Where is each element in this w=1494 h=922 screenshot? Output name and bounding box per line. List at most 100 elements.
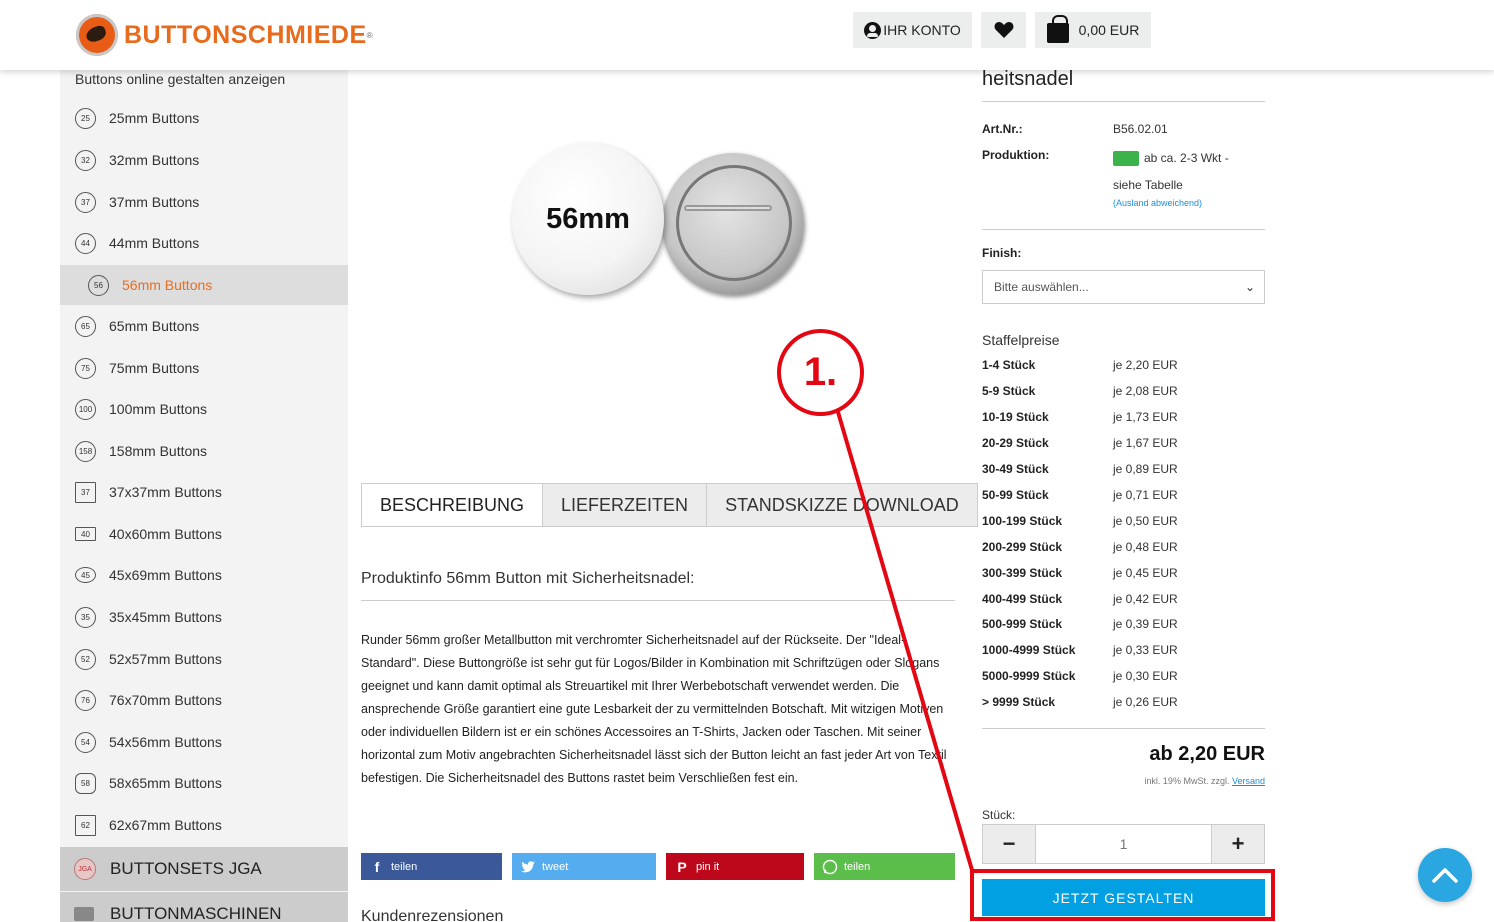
sidebar-item-54x56mm[interactable]: 54 54x56mm Buttons [60, 722, 348, 762]
shipping-link[interactable]: Versand [1232, 776, 1265, 786]
round-badge-icon: 65 [75, 315, 96, 337]
sidebar-item-44mm[interactable]: 44 44mm Buttons [60, 223, 348, 263]
sidebar-item-37mm[interactable]: 37 37mm Buttons [60, 182, 348, 222]
sidebar-item-label: 56mm Buttons [122, 277, 213, 293]
tier-price: je 0,89 EUR [1113, 462, 1178, 476]
sidebar-item-52x57mm[interactable]: 52 52x57mm Buttons [60, 639, 348, 679]
share-whatsapp-button[interactable]: teilen [814, 853, 955, 880]
sidebar-item-75mm[interactable]: 75 75mm Buttons [60, 348, 348, 388]
logo-icon [76, 14, 118, 56]
tax-text: inkl. 19% MwSt. zzgl. [1144, 776, 1230, 786]
jetzt-gestalten-button[interactable]: JETZT GESTALTEN [982, 879, 1265, 916]
tier-quantity: 1000-4999 Stück [982, 643, 1076, 657]
tab-beschreibung[interactable]: BESCHREIBUNG [361, 483, 544, 527]
sidebar-item-label: 54x56mm Buttons [109, 734, 222, 750]
description-heading: Produktinfo 56mm Button mit Sicherheitsn… [361, 570, 695, 587]
finish-select[interactable]: Bitte auswählen... ⌄ [982, 270, 1265, 304]
cart-total: 0,00 EUR [1078, 22, 1140, 38]
round-badge-icon: 37 [75, 191, 96, 213]
account-button[interactable]: IHR KONTO [853, 12, 972, 48]
tier-quantity: 400-499 Stück [982, 592, 1063, 606]
sidebar-item-40x60mm[interactable]: 40 40x60mm Buttons [60, 514, 348, 554]
production-value-2: siehe Tabelle [1113, 178, 1183, 192]
art-nr-value: B56.02.01 [1113, 122, 1168, 136]
sidebar-item-56mm[interactable]: 56 56mm Buttons [60, 265, 348, 305]
description-divider [361, 600, 955, 601]
art-nr-label: Art.Nr.: [982, 122, 1023, 136]
sidebar-category-label: BUTTONSETS JGA [110, 859, 262, 878]
sidebar-item-label: 44mm Buttons [109, 235, 200, 251]
sidebar-item-158mm[interactable]: 158 158mm Buttons [60, 431, 348, 471]
sidebar-item-label: 100mm Buttons [109, 401, 208, 417]
tier-quantity: 1-4 Stück [982, 358, 1036, 372]
sidebar-item-label: 37mm Buttons [109, 194, 200, 210]
shield-badge-icon: 52 [75, 648, 96, 670]
share-label: pin it [696, 860, 720, 873]
sidebar-heading: Buttons online gestalten anzeigen [75, 71, 286, 87]
sidebar-item-label: 45x69mm Buttons [109, 567, 222, 583]
site-logo[interactable]: BUTTONSCHMIEDE ® [76, 14, 373, 56]
truck-icon [1113, 151, 1139, 167]
tier-quantity: 30-49 Stück [982, 462, 1049, 476]
divider [982, 229, 1265, 230]
tier-price: je 2,20 EUR [1113, 358, 1178, 372]
share-pinterest-button[interactable]: P pin it [666, 853, 804, 880]
wishlist-button[interactable] [981, 12, 1026, 48]
sidebar-item-35x45mm[interactable]: 35 35x45mm Buttons [60, 597, 348, 637]
sidebar-item-65mm[interactable]: 65 65mm Buttons [60, 306, 348, 346]
round-badge-icon: 100 [75, 398, 96, 420]
tier-quantity: 50-99 Stück [982, 488, 1049, 502]
share-twitter-button[interactable]: tweet [512, 853, 656, 880]
tier-quantity: 5-9 Stück [982, 384, 1036, 398]
tier-quantity: 20-29 Stück [982, 436, 1049, 450]
production-label: Produktion: [982, 148, 1050, 162]
sidebar-item-label: 58x65mm Buttons [109, 775, 222, 791]
tab-standskizze[interactable]: STANDSKIZZE DOWNLOAD [706, 483, 978, 527]
sidebar-item-45x69mm[interactable]: 45 45x69mm Buttons [60, 555, 348, 595]
category-sidebar: Buttons online gestalten anzeigen 25 25m… [60, 70, 348, 922]
sidebar-item-label: 76x70mm Buttons [109, 692, 222, 708]
round-badge-icon: 25 [75, 107, 96, 129]
facebook-icon: f [374, 858, 380, 875]
round-badge-icon: 158 [75, 440, 96, 462]
round-badge-icon: 32 [75, 149, 96, 171]
sidebar-item-25mm[interactable]: 25 25mm Buttons [60, 98, 348, 138]
sidebar-item-37x37mm[interactable]: 37 37x37mm Buttons [60, 472, 348, 512]
page: BUTTONSCHMIEDE ® IHR KONTO 0,00 EUR Butt… [0, 0, 1494, 922]
round-badge-icon: 44 [75, 232, 96, 254]
heart-badge-icon: 35 [75, 606, 96, 628]
tier-price: je 1,73 EUR [1113, 410, 1178, 424]
tier-quantity: 10-19 Stück [982, 410, 1049, 424]
product-price: ab 2,20 EUR [1149, 743, 1265, 765]
tab-lieferzeiten[interactable]: LIEFERZEITEN [542, 483, 708, 527]
production-note-link[interactable]: (Ausland abweichend) [1113, 198, 1202, 208]
sidebar-item-100mm[interactable]: 100 100mm Buttons [60, 389, 348, 429]
sidebar-category-buttonmaschinen[interactable]: BUTTONMASCHINEN [60, 892, 348, 922]
tier-price: je 0,71 EUR [1113, 488, 1178, 502]
sidebar-item-label: 35x45mm Buttons [109, 609, 222, 625]
scroll-to-top-button[interactable] [1418, 848, 1472, 902]
logo-text: BUTTONSCHMIEDE [124, 20, 367, 49]
hexagon-badge-icon: 58 [75, 772, 96, 794]
quantity-input[interactable]: 1 [1036, 825, 1211, 863]
sidebar-item-76x70mm[interactable]: 76 76x70mm Buttons [60, 680, 348, 720]
tier-price: je 2,08 EUR [1113, 384, 1178, 398]
sidebar-category-label: BUTTONMASCHINEN [110, 904, 282, 922]
sidebar-item-58x65mm[interactable]: 58 58x65mm Buttons [60, 763, 348, 803]
tier-price: je 0,42 EUR [1113, 592, 1178, 606]
share-label: teilen [391, 860, 418, 873]
sidebar-category-buttonsets[interactable]: JGA BUTTONSETS JGA [60, 847, 348, 891]
quantity-decrease-button[interactable]: − [983, 825, 1036, 863]
tier-price: je 1,67 EUR [1113, 436, 1178, 450]
sidebar-item-32mm[interactable]: 32 32mm Buttons [60, 140, 348, 180]
square-badge-icon: 37 [75, 481, 96, 503]
production-time: ab ca. 2-3 Wkt - [1144, 151, 1229, 165]
sidebar-item-62x67mm[interactable]: 62 62x67mm Buttons [60, 805, 348, 845]
production-value: ab ca. 2-3 Wkt - [1113, 151, 1229, 167]
quantity-increase-button[interactable]: + [1211, 825, 1264, 863]
tier-quantity: 100-199 Stück [982, 514, 1063, 528]
cart-button[interactable]: 0,00 EUR [1035, 12, 1151, 48]
quantity-label: Stück: [982, 808, 1016, 822]
tier-quantity: > 9999 Stück [982, 695, 1056, 709]
share-facebook-button[interactable]: f teilen [361, 853, 502, 880]
